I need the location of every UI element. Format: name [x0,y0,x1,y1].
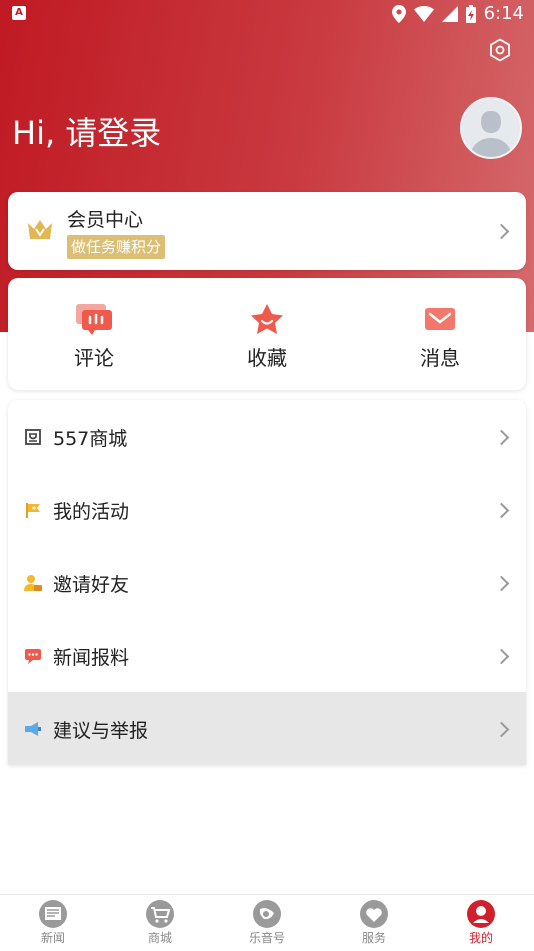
tab-label: 服务 [361,931,386,945]
quick-action-favorites[interactable]: 收藏 [181,278,353,390]
wifi-icon [413,5,434,22]
menu-list: 557商城 我的活动 邀请好友 新闻报料 建议与举报 [8,400,526,765]
menu-item-label: 我的活动 [53,501,130,523]
menu-item-suggestions[interactable]: 建议与举报 [8,692,526,765]
profile-icon [467,900,495,928]
quick-action-label: 评论 [74,346,114,370]
tab-service[interactable]: 服务 [321,895,427,951]
settings-icon[interactable] [488,38,512,62]
tab-label: 我的 [468,931,493,945]
invite-icon [24,575,42,591]
chevron-right-icon [493,648,510,665]
login-prompt[interactable]: Hi, 请登录 [12,108,161,154]
menu-item-label: 新闻报料 [53,647,130,669]
points-task-badge: 做任务赚积分 [67,235,166,259]
music-icon [253,900,281,928]
menu-item-label: 557商城 [53,428,128,450]
app-notification-icon: A [12,6,26,20]
flag-icon [26,503,40,518]
mail-icon [425,308,455,330]
quick-action-label: 收藏 [247,346,287,370]
news-icon [39,900,67,928]
chevron-right-icon [493,575,510,592]
suggest-icon [25,722,41,736]
tab-label: 新闻 [40,931,65,945]
tab-profile[interactable]: 我的 [428,895,534,951]
menu-item-mall[interactable]: 557商城 [8,400,526,473]
quick-action-messages[interactable]: 消息 [354,278,526,390]
signal-icon [441,5,458,22]
status-bar: A 6:14 [0,0,534,28]
tab-label: 商城 [147,931,172,945]
tab-music[interactable]: 乐音号 [214,895,320,951]
star-icon [251,304,283,334]
menu-item-news-tip[interactable]: 新闻报料 [8,619,526,692]
menu-item-activities[interactable]: 我的活动 [8,473,526,546]
chevron-right-icon [493,721,510,738]
service-icon [360,900,388,928]
member-center-title: 会员中心 [67,209,144,231]
tab-mall[interactable]: 商城 [107,895,213,951]
tab-news[interactable]: 新闻 [0,895,106,951]
menu-item-label: 邀请好友 [53,574,130,596]
chevron-right-icon [493,502,510,519]
quick-action-comment[interactable]: 评论 [8,278,180,390]
clock-time: 6:14 [483,3,524,24]
member-center-card[interactable]: 会员中心 做任务赚积分 [8,192,526,270]
bottom-tab-bar: 新闻 商城 乐音号 服务 我的 [0,894,534,951]
chevron-right-icon [493,223,510,240]
tab-label: 乐音号 [248,931,285,945]
shop-icon [25,429,41,445]
cart-icon [146,900,174,928]
crown-icon [28,220,52,239]
comment-icon [76,304,112,335]
quick-action-label: 消息 [420,346,460,370]
chevron-right-icon [493,429,510,446]
menu-item-invite-friends[interactable]: 邀请好友 [8,546,526,619]
menu-item-label: 建议与举报 [53,720,149,742]
avatar[interactable] [460,97,522,159]
quick-actions: 评论 收藏 消息 [8,278,526,390]
report-icon [25,649,41,664]
battery-charging-icon [465,4,476,23]
default-user-icon [470,111,512,157]
location-icon [391,4,406,23]
